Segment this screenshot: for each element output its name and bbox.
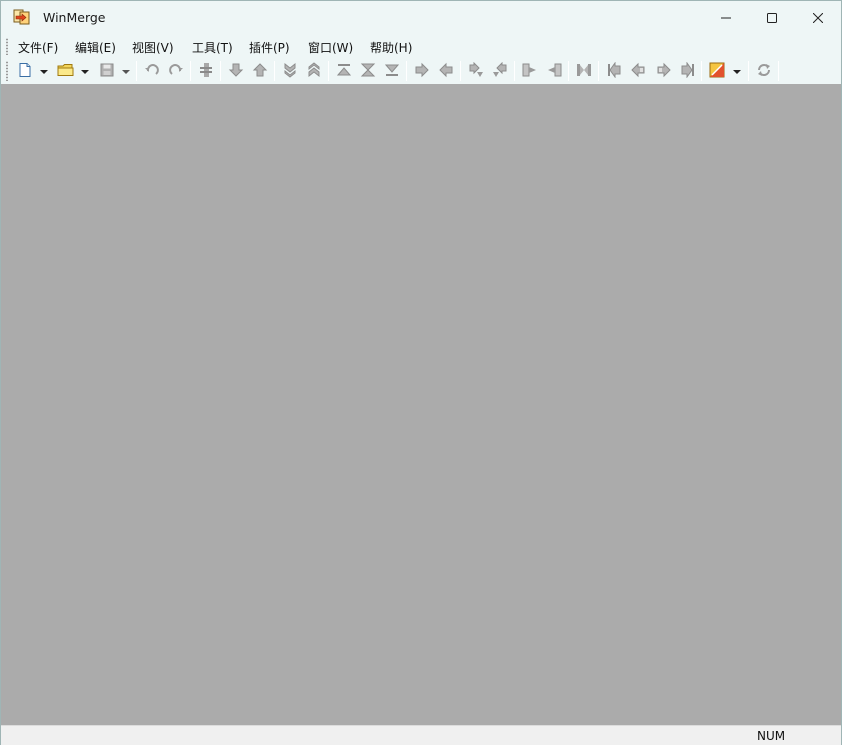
copy-all-left-icon (546, 62, 562, 81)
save-dropdown-button[interactable] (120, 61, 132, 81)
toggle-compare-icon (198, 62, 214, 81)
save-icon (99, 62, 115, 81)
undo-button[interactable] (142, 61, 162, 81)
refresh-button[interactable] (754, 61, 774, 81)
merge-all-icon (576, 62, 592, 81)
num-lock-indicator: NUM (757, 729, 786, 743)
current-difference-icon (360, 62, 376, 81)
save-button[interactable] (97, 61, 117, 81)
chevron-down-icon (81, 64, 89, 78)
menu-edit[interactable]: 编辑(E) (75, 39, 116, 56)
last-difference-button[interactable] (382, 61, 402, 81)
undo-icon (144, 62, 160, 81)
next-conflict-button[interactable] (280, 61, 300, 81)
status-bar: NUM (1, 725, 841, 745)
copy-all-right-button[interactable] (520, 61, 540, 81)
menu-plugins[interactable]: 插件(P) (249, 39, 290, 56)
refresh-icon (756, 62, 772, 81)
copy-right-button[interactable] (412, 61, 432, 81)
close-button[interactable] (795, 1, 841, 34)
chevron-down-icon (122, 64, 130, 78)
redo-button[interactable] (166, 61, 186, 81)
copy-left-advance-icon (492, 61, 508, 81)
compare-button[interactable] (196, 61, 216, 81)
first-difference-icon (336, 62, 352, 81)
mdi-client-area[interactable] (1, 84, 841, 725)
next-file-icon (656, 62, 672, 81)
copy-all-left-button[interactable] (544, 61, 564, 81)
toolbar-separator (328, 61, 329, 81)
chevron-down-icon (40, 64, 48, 78)
next-conflict-icon (282, 62, 298, 81)
open-folder-icon (57, 62, 75, 81)
next-file-button[interactable] (654, 61, 674, 81)
toolbar-separator (460, 61, 461, 81)
title-bar[interactable]: WinMerge (1, 1, 841, 34)
close-icon (813, 12, 823, 23)
previous-difference-icon (252, 62, 268, 81)
menu-file[interactable]: 文件(F) (18, 39, 58, 56)
menu-tools[interactable]: 工具(T) (192, 39, 233, 56)
redo-icon (168, 62, 184, 81)
toolbar-grip[interactable] (6, 61, 8, 81)
options-button[interactable] (707, 61, 727, 81)
first-file-icon (606, 60, 622, 81)
toolbar-separator (274, 61, 275, 81)
toolbar-separator (748, 61, 749, 81)
maximize-button[interactable] (749, 1, 795, 34)
new-dropdown-button[interactable] (38, 61, 50, 81)
options-dropdown-button[interactable] (731, 61, 743, 81)
toolbar-separator (190, 61, 191, 81)
copy-left-advance-button[interactable] (490, 61, 510, 81)
previous-conflict-icon (306, 61, 322, 81)
toolbar (1, 58, 841, 84)
menu-bar: 文件(F) 编辑(E) 视图(V) 工具(T) 插件(P) 窗口(W) 帮助(H… (1, 34, 841, 58)
toolbar-separator (136, 61, 137, 81)
first-difference-button[interactable] (334, 61, 354, 81)
previous-conflict-button[interactable] (304, 61, 324, 81)
copy-right-advance-button[interactable] (466, 61, 486, 81)
first-file-button[interactable] (604, 60, 624, 81)
copy-left-icon (438, 62, 454, 81)
previous-file-button[interactable] (628, 61, 648, 81)
toolbar-separator (406, 61, 407, 81)
toolbar-separator (598, 61, 599, 81)
menu-window[interactable]: 窗口(W) (308, 39, 353, 56)
minimize-icon (721, 13, 731, 23)
next-difference-icon (228, 62, 244, 81)
copy-all-right-icon (522, 62, 538, 81)
last-difference-icon (384, 62, 400, 81)
options-icon (709, 62, 725, 81)
maximize-icon (767, 12, 777, 23)
open-dropdown-button[interactable] (79, 61, 91, 81)
new-button[interactable] (15, 61, 35, 81)
toolbar-separator (568, 61, 569, 81)
last-file-icon (680, 60, 696, 81)
chevron-down-icon (733, 64, 741, 78)
copy-right-icon (414, 62, 430, 81)
winmerge-window: WinMerge 文件(F) 编辑(E) 视图(V) 工具(T) 插件(P) 窗… (0, 0, 842, 745)
copy-left-button[interactable] (436, 61, 456, 81)
copy-right-advance-icon (468, 61, 484, 81)
toolbar-separator (514, 61, 515, 81)
previous-file-icon (630, 62, 646, 81)
toolbar-separator (220, 61, 221, 81)
menu-view[interactable]: 视图(V) (132, 39, 174, 56)
current-difference-button[interactable] (358, 61, 378, 81)
last-file-button[interactable] (678, 60, 698, 81)
winmerge-logo-icon[interactable] (13, 9, 31, 25)
menu-help[interactable]: 帮助(H) (370, 39, 412, 56)
new-document-icon (17, 62, 33, 81)
menubar-grip[interactable] (6, 38, 8, 55)
window-title: WinMerge (43, 10, 106, 25)
open-button[interactable] (56, 61, 76, 81)
next-difference-button[interactable] (226, 61, 246, 81)
toolbar-separator (701, 61, 702, 81)
merge-all-button[interactable] (574, 61, 594, 81)
minimize-button[interactable] (703, 1, 749, 34)
toolbar-separator (778, 61, 779, 81)
previous-difference-button[interactable] (250, 61, 270, 81)
